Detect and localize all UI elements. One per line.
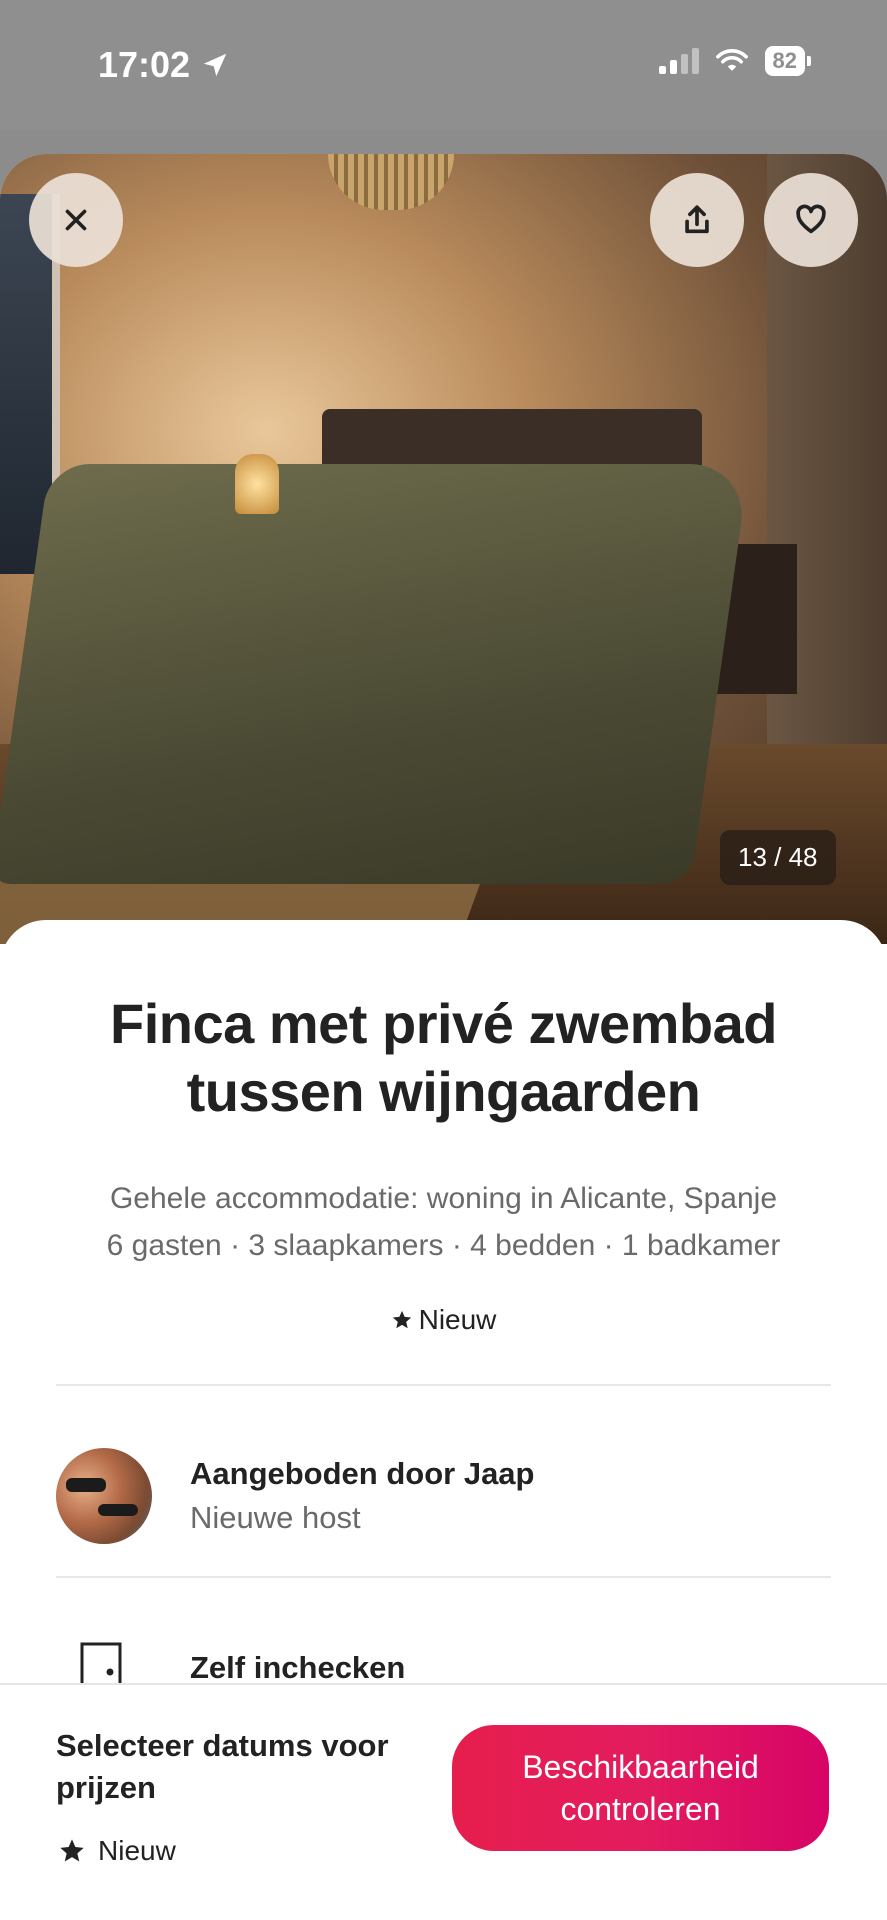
- status-indicators: 82: [658, 46, 812, 76]
- host-name: Aangeboden door Jaap: [190, 1456, 535, 1491]
- star-icon: [392, 1310, 411, 1329]
- divider: [56, 1384, 831, 1386]
- booking-footer: Selecteer datums voor prijzen Nieuw Besc…: [0, 1683, 887, 1920]
- listing-photo[interactable]: 13 / 48: [0, 154, 887, 944]
- listing-title: Finca met privé zwembad tussen wijngaard…: [110, 992, 777, 1123]
- battery-indicator: 82: [764, 46, 812, 76]
- share-icon: [685, 205, 709, 234]
- price-prompt[interactable]: Selecteer datums voor prijzen: [56, 1725, 416, 1809]
- footer-rating: Nieuw: [58, 1835, 176, 1867]
- star-icon: [60, 1839, 84, 1862]
- listing-sheet: 13 / 48 Finca met privé zwembad tussen w…: [0, 154, 887, 1920]
- host-row[interactable]: Aangeboden door Jaap Nieuwe host: [56, 1448, 831, 1548]
- listing-capacity: 6 gasten · 3 slaapkamers · 4 bedden · 1 …: [106, 1229, 781, 1262]
- listing-subtitle: Gehele accommodatie: woning in Alicante,…: [30, 1175, 857, 1269]
- listing-type: Gehele accommodatie: woning in Alicante,…: [109, 1182, 778, 1215]
- listing-rating: Nieuw: [0, 1304, 887, 1336]
- heart-icon: [796, 204, 826, 234]
- highlight-label: Zelf inchecken: [190, 1650, 406, 1685]
- status-bar: 17:02 82: [0, 0, 887, 130]
- check-availability-button[interactable]: Beschikbaarheid controleren: [452, 1725, 829, 1851]
- status-time: 17:02: [98, 44, 230, 86]
- share-button[interactable]: [650, 173, 744, 267]
- close-button[interactable]: [29, 173, 123, 267]
- host-status: Nieuwe host: [190, 1500, 361, 1535]
- footer-rating-label: Nieuw: [98, 1835, 176, 1866]
- close-icon: [65, 209, 87, 231]
- status-time-text: 17:02: [98, 44, 191, 85]
- save-button[interactable]: [764, 173, 858, 267]
- wifi-icon: [715, 49, 748, 71]
- host-avatar[interactable]: [56, 1448, 152, 1544]
- photo-counter: 13 / 48: [720, 830, 836, 885]
- location-arrow-icon: [203, 53, 227, 77]
- divider: [56, 1576, 831, 1578]
- rating-label: Nieuw: [418, 1304, 497, 1335]
- cellular-signal-icon: [658, 48, 699, 74]
